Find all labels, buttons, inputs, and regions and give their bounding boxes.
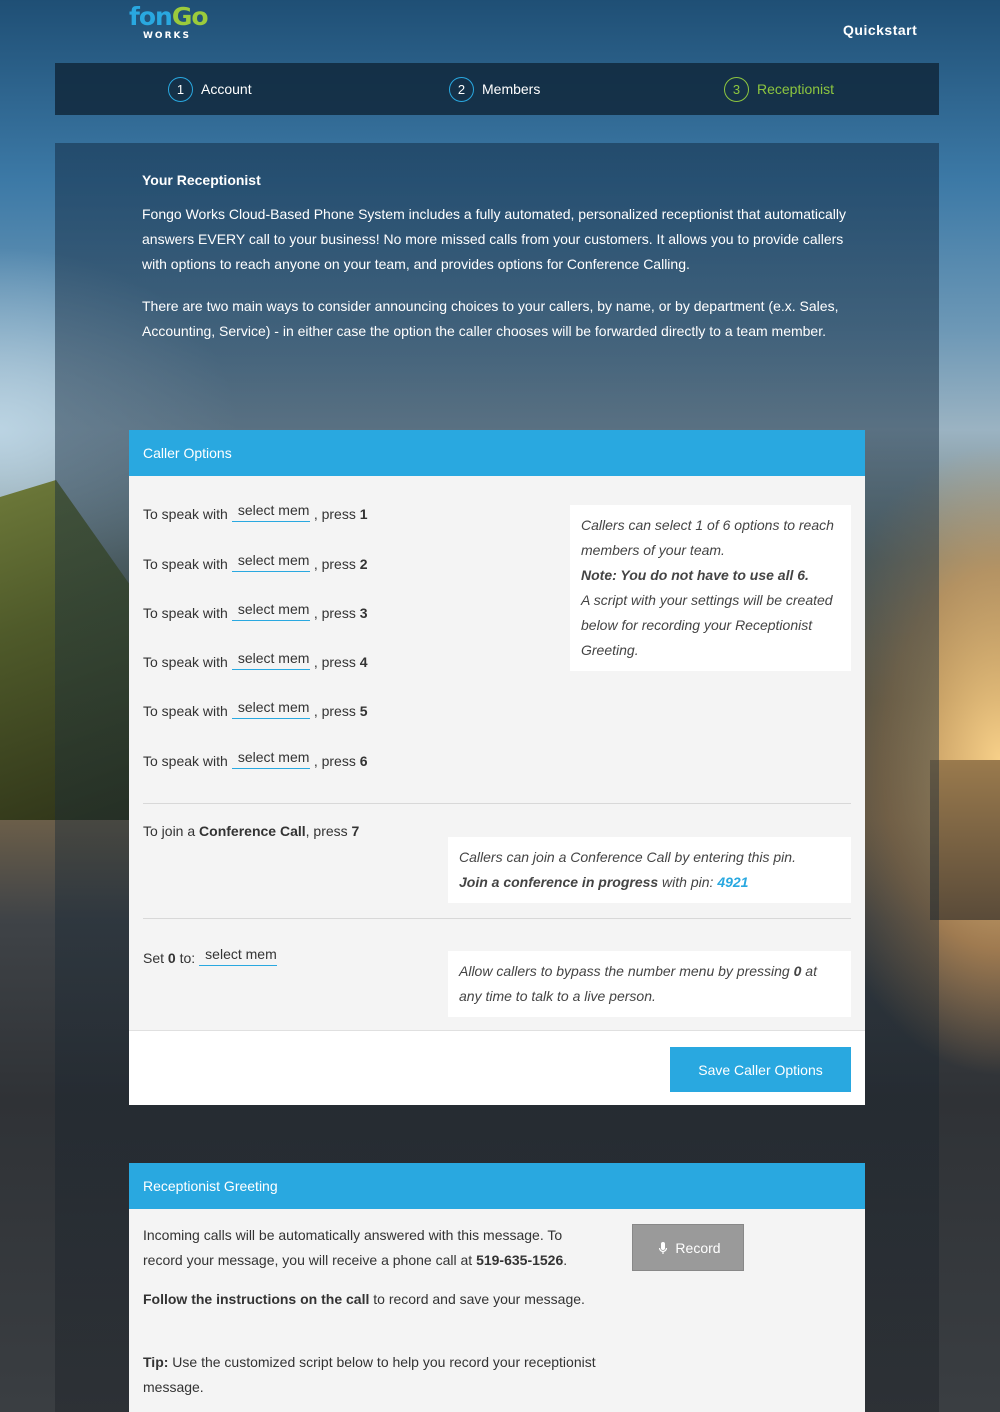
option-prefix: To speak with — [143, 654, 228, 670]
option-suffix: , press — [313, 703, 356, 719]
option-row-4: To speak with select member , press 4 — [143, 646, 368, 670]
background-hill-right — [930, 760, 1000, 920]
intro-section: Your Receptionist Fongo Works Cloud-Base… — [142, 172, 860, 361]
wizard-stepper: 1 Account 2 Members 3 Receptionist — [55, 63, 939, 115]
caller-options-card: Caller Options To speak with select memb… — [129, 430, 865, 1105]
option-prefix: To speak with — [143, 753, 228, 769]
step-label: Account — [201, 81, 252, 97]
option-row-3: To speak with select member , press 3 — [143, 597, 368, 621]
greeting-tip-text: Use the customized script below to help … — [143, 1354, 596, 1395]
greeting-paragraph-1: Incoming calls will be automatically ans… — [143, 1223, 603, 1273]
step-members[interactable]: 2 Members — [449, 76, 540, 102]
zero-key: 0 — [167, 950, 176, 966]
option-suffix: , press — [313, 556, 356, 572]
option-suffix: , press — [313, 506, 356, 522]
conference-info-mid: with pin: — [658, 874, 718, 890]
conference-row: To join a Conference Call, press 7 — [143, 823, 359, 847]
conference-key: 7 — [351, 823, 360, 839]
option-row-2: To speak with select member , press 2 — [143, 548, 368, 572]
option-key: 1 — [359, 506, 368, 522]
step-number: 3 — [724, 76, 749, 102]
option-prefix: To speak with — [143, 506, 228, 522]
conference-info: Callers can join a Conference Call by en… — [448, 837, 851, 903]
caller-options-info: Callers can select 1 of 6 options to rea… — [570, 505, 851, 671]
intro-paragraph-2: There are two main ways to consider anno… — [142, 298, 839, 339]
zero-prefix: Set — [143, 950, 165, 966]
member-select-2[interactable]: select member — [231, 548, 310, 572]
option-key: 2 — [359, 556, 368, 572]
option-key: 5 — [359, 703, 368, 719]
intro-paragraph-1: Fongo Works Cloud-Based Phone System inc… — [142, 206, 847, 272]
info-line-2: A script with your settings will be crea… — [581, 592, 833, 658]
zero-info: Allow callers to bypass the number menu … — [448, 951, 851, 1017]
conference-prefix: To join a — [143, 823, 196, 839]
member-select-1[interactable]: select member — [231, 498, 310, 522]
save-caller-options-button[interactable]: Save Caller Options — [670, 1047, 851, 1092]
greeting-p2-bold: Follow the instructions on the call — [143, 1291, 370, 1307]
greeting-p1-end: . — [563, 1252, 568, 1268]
option-prefix: To speak with — [143, 556, 228, 572]
step-label: Members — [482, 81, 541, 97]
conference-bold: Conference Call — [199, 823, 306, 839]
option-row-5: To speak with select member , press 5 — [143, 695, 368, 719]
zero-info-pre: Allow callers to bypass the number menu … — [459, 963, 794, 979]
microphone-icon — [655, 1240, 671, 1256]
info-note: Note: You do not have to use all 6. — [581, 567, 809, 583]
receptionist-greeting-card: Receptionist Greeting Incoming calls wil… — [129, 1163, 865, 1412]
greeting-p2-text: to record and save your message. — [369, 1291, 585, 1307]
divider — [143, 918, 851, 919]
option-suffix: , press — [313, 605, 356, 621]
caller-options-header: Caller Options — [129, 430, 865, 476]
member-select-6[interactable]: select member — [231, 745, 310, 769]
option-suffix: , press — [313, 654, 356, 670]
option-prefix: To speak with — [143, 605, 228, 621]
conference-info-line-1: Callers can join a Conference Call by en… — [459, 849, 796, 865]
record-button[interactable]: Record — [632, 1224, 744, 1271]
divider — [143, 803, 851, 804]
conference-info-bold: Join a conference in progress — [459, 874, 659, 890]
info-line-1: Callers can select 1 of 6 options to rea… — [581, 517, 834, 558]
conference-info-line-2: Join a conference in progress with pin: … — [459, 870, 840, 895]
intro-title: Your Receptionist — [142, 172, 261, 188]
member-select-5[interactable]: select member — [231, 695, 310, 719]
logo-subtitle: WORKS — [143, 31, 191, 41]
greeting-header: Receptionist Greeting — [129, 1163, 865, 1209]
step-label: Receptionist — [757, 81, 835, 97]
greeting-paragraph-3: Tip: Use the customized script below to … — [143, 1350, 603, 1400]
option-suffix: , press — [313, 753, 356, 769]
step-number: 1 — [168, 76, 193, 102]
conference-suffix: , press — [305, 823, 348, 839]
member-select-3[interactable]: select member — [231, 597, 310, 621]
record-label: Record — [675, 1239, 721, 1256]
option-prefix: To speak with — [143, 703, 228, 719]
option-row-6: To speak with select member , press 6 — [143, 745, 368, 769]
option-key: 3 — [359, 605, 368, 621]
logo-wordmark: fonGo — [129, 2, 209, 31]
greeting-phone: 519-635-1526 — [476, 1252, 564, 1268]
zero-member-select[interactable]: select member — [199, 942, 278, 966]
zero-row: Set 0 to: select member — [143, 942, 281, 966]
caller-options-footer: Save Caller Options — [129, 1030, 865, 1105]
option-key: 4 — [359, 654, 368, 670]
step-number: 2 — [449, 76, 474, 102]
step-receptionist[interactable]: 3 Receptionist — [724, 76, 834, 102]
member-select-4[interactable]: select member — [231, 646, 310, 670]
option-row-1: To speak with select member , press 1 — [143, 498, 368, 522]
greeting-tip-label: Tip: — [143, 1354, 169, 1370]
greeting-paragraph-2: Follow the instructions on the call to r… — [143, 1289, 603, 1309]
conference-pin: 4921 — [717, 874, 749, 890]
fongo-works-logo[interactable]: fonGo WORKS — [129, 4, 219, 44]
step-account[interactable]: 1 Account — [168, 76, 252, 102]
option-key: 6 — [359, 753, 368, 769]
zero-suffix: to: — [179, 950, 196, 966]
quickstart-link[interactable]: Quickstart — [843, 22, 917, 38]
